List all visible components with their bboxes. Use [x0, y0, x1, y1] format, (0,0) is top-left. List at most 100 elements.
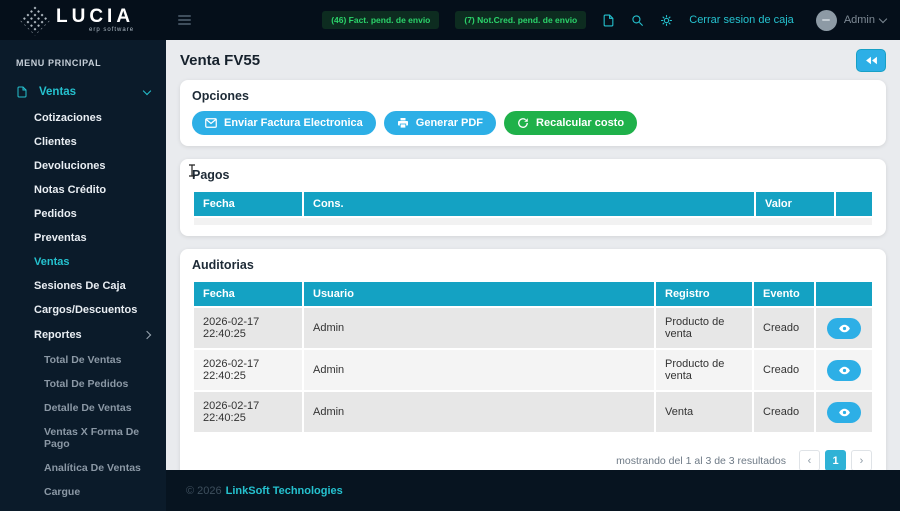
pagination-summary: mostrando del 1 al 3 de 3 resultados: [616, 455, 786, 467]
audit-evento: Creado: [754, 350, 814, 390]
chevron-down-icon: [879, 14, 887, 22]
pagos-title: Pagos: [192, 168, 874, 182]
view-audit-button[interactable]: [827, 318, 861, 339]
avatar[interactable]: [816, 10, 837, 31]
pagination-page-1-button[interactable]: 1: [825, 450, 846, 470]
recalculate-cost-button[interactable]: Recalcular costo: [504, 111, 637, 135]
sidebar-item-ventas-parent[interactable]: Ventas: [0, 78, 166, 106]
audit-actions-cell: [816, 392, 872, 432]
audit-actions-cell: [816, 350, 872, 390]
sidebar-item-cotizaciones[interactable]: Cotizaciones: [0, 106, 166, 130]
gear-icon[interactable]: [660, 14, 673, 27]
audit-registro: Producto de venta: [656, 308, 752, 348]
sidebar-item-notas-credito[interactable]: Notas Crédito: [0, 178, 166, 202]
audit-evento: Creado: [754, 392, 814, 432]
audit-fecha: 2026-02-17 22:40:25: [194, 392, 302, 432]
pagos-col-actions: [836, 192, 872, 216]
audit-usuario: Admin: [304, 350, 654, 390]
text-cursor-pointer: [188, 164, 196, 177]
auditorias-col-registro: Registro: [656, 282, 752, 306]
opciones-title: Opciones: [192, 89, 874, 103]
auditorias-col-actions: [816, 282, 872, 306]
back-collapse-button[interactable]: [856, 49, 886, 72]
sidebar-item-detalle-de-ventas[interactable]: Detalle De Ventas: [0, 396, 166, 420]
user-menu-label[interactable]: Admin: [844, 14, 875, 26]
send-electronic-invoice-button[interactable]: Enviar Factura Electronica: [192, 111, 376, 135]
sidebar-item-clientes[interactable]: Clientes: [0, 130, 166, 154]
audit-registro: Venta: [656, 392, 752, 432]
sidebar-item-preventas[interactable]: Preventas: [0, 226, 166, 250]
page-title: Venta FV55: [180, 52, 260, 69]
pagos-col-cons: Cons.: [304, 192, 754, 216]
chevron-down-icon: [143, 87, 151, 95]
sidebar-item-devoluciones[interactable]: Devoluciones: [0, 154, 166, 178]
pagos-table: Fecha Cons. Valor: [192, 190, 874, 227]
pagos-card: Pagos Fecha Cons. Valor: [180, 159, 886, 236]
rewind-icon: [865, 55, 878, 66]
brand-logo: LUCIA erp software: [0, 8, 166, 33]
document-icon[interactable]: [602, 14, 615, 27]
sidebar-item-reportes[interactable]: Reportes: [0, 322, 166, 348]
audit-fecha: 2026-02-17 22:40:25: [194, 308, 302, 348]
auditorias-title: Auditorias: [192, 258, 874, 272]
main-content: Venta FV55 Opciones Enviar Factura Elect…: [166, 40, 900, 470]
pagination-prev-button[interactable]: ‹: [799, 450, 820, 470]
sidebar-section-title: MENU PRINCIPAL: [16, 58, 150, 68]
sidebar-item-ventas[interactable]: Ventas: [0, 250, 166, 274]
sidebar-parent-label: Ventas: [39, 86, 76, 98]
refresh-icon: [517, 117, 529, 129]
pagos-col-valor: Valor: [756, 192, 834, 216]
hamburger-menu-icon[interactable]: [178, 13, 191, 27]
audit-registro: Producto de venta: [656, 350, 752, 390]
sidebar-item-cargue[interactable]: Cargue: [0, 480, 166, 504]
auditorias-col-evento: Evento: [754, 282, 814, 306]
company-link[interactable]: LinkSoft Technologies: [226, 485, 343, 497]
top-navbar: LUCIA erp software (46) Fact. pend. de e…: [0, 0, 900, 40]
pagos-empty-row: [194, 218, 872, 225]
printer-icon: [397, 117, 409, 129]
audit-usuario: Admin: [304, 392, 654, 432]
sidebar-item-total-de-ventas[interactable]: Total De Ventas: [0, 348, 166, 372]
audit-usuario: Admin: [304, 308, 654, 348]
audit-actions-cell: [816, 308, 872, 348]
auditorias-card: Auditorias Fecha Usuario Registro Evento…: [180, 249, 886, 470]
sidebar-item-pedidos[interactable]: Pedidos: [0, 202, 166, 226]
auditorias-table: Fecha Usuario Registro Evento 2026-02-17…: [192, 280, 874, 434]
pagination-next-button[interactable]: ›: [851, 450, 872, 470]
pagination: mostrando del 1 al 3 de 3 resultados ‹ 1…: [194, 450, 872, 470]
brand-name: LUCIA: [56, 8, 134, 26]
view-audit-button[interactable]: [827, 360, 861, 381]
table-row: 2026-02-17 22:40:25 Admin Producto de ve…: [194, 350, 872, 390]
sidebar-item-cargos-descuentos[interactable]: Cargos/Descuentos: [0, 298, 166, 322]
eye-icon: [838, 322, 851, 335]
sidebar: MENU PRINCIPAL Ventas Cotizaciones Clien…: [0, 40, 166, 511]
eye-icon: [838, 364, 851, 377]
footer: © 2026 LinkSoft Technologies: [166, 470, 900, 511]
search-icon[interactable]: [631, 14, 644, 27]
sidebar-item-analitica-de-ventas[interactable]: Analítica De Ventas: [0, 456, 166, 480]
chevron-right-icon: [143, 331, 151, 339]
sidebar-item-total-de-pedidos[interactable]: Total De Pedidos: [0, 372, 166, 396]
logo-diamond-icon: [19, 4, 50, 35]
sidebar-item-sesiones-de-caja[interactable]: Sesiones De Caja: [0, 274, 166, 298]
sidebar-reportes-label: Reportes: [34, 329, 82, 341]
view-audit-button[interactable]: [827, 402, 861, 423]
pagos-col-fecha: Fecha: [194, 192, 302, 216]
pending-invoices-badge[interactable]: (46) Fact. pend. de envio: [322, 11, 439, 29]
table-row: 2026-02-17 22:40:25 Admin Producto de ve…: [194, 308, 872, 348]
generate-pdf-button[interactable]: Generar PDF: [384, 111, 496, 135]
auditorias-col-usuario: Usuario: [304, 282, 654, 306]
audit-fecha: 2026-02-17 22:40:25: [194, 350, 302, 390]
copyright-text: © 2026: [186, 485, 222, 497]
auditorias-col-fecha: Fecha: [194, 282, 302, 306]
close-cash-session-link[interactable]: Cerrar sesion de caja: [689, 14, 794, 26]
sidebar-item-notas-credito-reporte[interactable]: Notas Crédito: [0, 504, 166, 511]
sidebar-item-ventas-x-forma-de-pago[interactable]: Ventas X Forma De Pago: [0, 420, 166, 456]
brand-tagline: erp software: [89, 27, 134, 33]
opciones-card: Opciones Enviar Factura Electronica Gene…: [180, 80, 886, 146]
envelope-icon: [205, 118, 217, 128]
audit-evento: Creado: [754, 308, 814, 348]
pending-credit-notes-badge[interactable]: (7) Not.Cred. pend. de envio: [455, 11, 586, 29]
eye-icon: [838, 406, 851, 419]
table-row: 2026-02-17 22:40:25 Admin Venta Creado: [194, 392, 872, 432]
